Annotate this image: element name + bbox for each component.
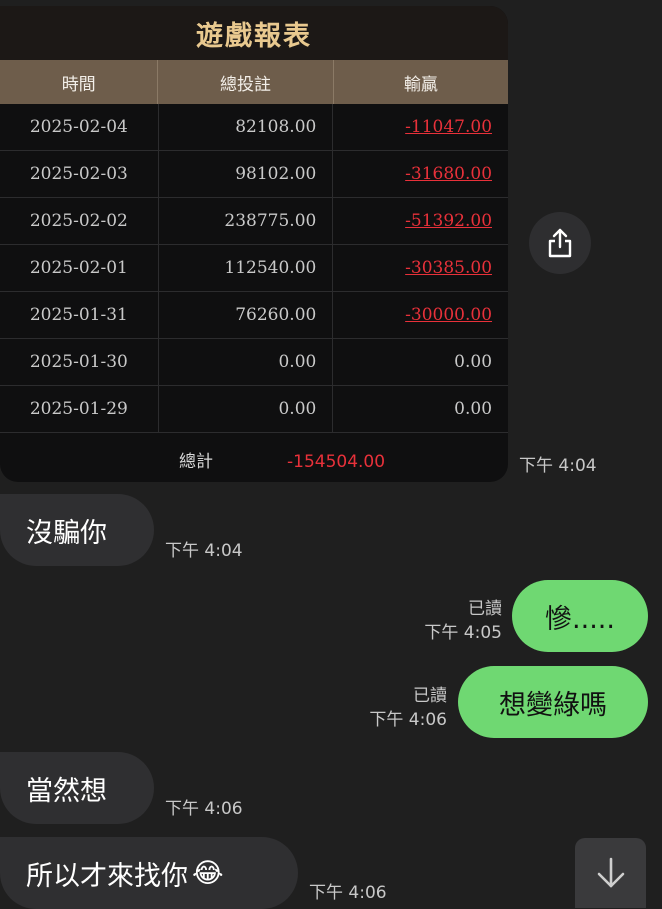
message-timestamp: 下午 4:06 xyxy=(165,799,243,819)
game-report-image[interactable]: 遊戲報表 時間 總投註 輸贏 2025-02-04 82108.00 -1104… xyxy=(0,6,508,482)
message-timestamp: 下午 4:04 xyxy=(165,541,243,561)
row-result: -31680.00 xyxy=(405,164,493,184)
share-icon xyxy=(548,228,572,258)
report-header: 遊戲報表 xyxy=(0,6,508,60)
report-timestamp: 下午 4:04 xyxy=(519,456,597,476)
row-result: -30000.00 xyxy=(405,305,493,325)
row-bet: 98102.00 xyxy=(159,151,334,197)
table-row: 2025-02-01 112540.00 -30385.00 xyxy=(0,245,508,292)
incoming-message-bubble[interactable]: 所以才來找你 😂 xyxy=(0,837,298,909)
row-bet: 0.00 xyxy=(159,386,334,432)
row-bet: 112540.00 xyxy=(159,245,334,291)
scroll-to-bottom-button[interactable] xyxy=(575,838,646,908)
row-result: 0.00 xyxy=(454,352,493,372)
row-date: 2025-01-30 xyxy=(0,339,159,385)
message-text: 所以才來找你 xyxy=(26,860,188,892)
table-row: 2025-01-30 0.00 0.00 xyxy=(0,339,508,386)
row-result: -11047.00 xyxy=(405,117,493,137)
arrow-down-icon xyxy=(597,857,624,888)
row-bet: 76260.00 xyxy=(159,292,334,338)
row-date: 2025-02-04 xyxy=(0,104,159,150)
column-header-result: 輸贏 xyxy=(403,74,438,95)
column-header-bet: 總投註 xyxy=(158,60,334,104)
table-row: 2025-01-29 0.00 0.00 xyxy=(0,386,508,433)
row-result: -51392.00 xyxy=(405,211,493,231)
message-text: 沒騙你 xyxy=(26,517,107,549)
row-date: 2025-02-03 xyxy=(0,151,159,197)
share-button[interactable] xyxy=(529,212,591,274)
row-bet: 238775.00 xyxy=(159,198,334,244)
row-result: 0.00 xyxy=(454,399,493,419)
total-value: -154504.00 xyxy=(287,452,386,472)
table-row: 2025-02-04 82108.00 -11047.00 xyxy=(0,104,508,151)
table-row: 2025-02-03 98102.00 -31680.00 xyxy=(0,151,508,198)
total-label: 總計 xyxy=(179,452,213,472)
row-result: -30385.00 xyxy=(405,258,493,278)
tears-of-joy-emoji: 😂 xyxy=(192,857,224,889)
message-text: 慘..... xyxy=(545,603,615,635)
read-receipt: 已讀 下午 4:06 xyxy=(369,684,447,732)
incoming-message-bubble[interactable]: 當然想 xyxy=(0,752,154,824)
row-date: 2025-02-01 xyxy=(0,245,159,291)
message-timestamp: 下午 4:06 xyxy=(309,883,387,903)
message-timestamp: 下午 4:06 xyxy=(369,710,447,730)
row-bet: 0.00 xyxy=(159,339,334,385)
table-row: 2025-01-31 76260.00 -30000.00 xyxy=(0,292,508,339)
row-date: 2025-02-02 xyxy=(0,198,159,244)
message-text: 當然想 xyxy=(26,775,107,807)
outgoing-message-bubble[interactable]: 慘..... xyxy=(512,580,648,652)
read-receipt: 已讀 下午 4:05 xyxy=(424,597,502,645)
report-title: 遊戲報表 xyxy=(196,20,312,52)
row-date: 2025-01-31 xyxy=(0,292,159,338)
read-status: 已讀 xyxy=(413,686,447,706)
message-text: 想變綠嗎 xyxy=(499,689,607,721)
row-date: 2025-01-29 xyxy=(0,386,159,432)
read-status: 已讀 xyxy=(468,599,502,619)
incoming-message-bubble[interactable]: 沒騙你 xyxy=(0,494,154,566)
column-header-time: 時間 xyxy=(0,60,159,104)
outgoing-message-bubble[interactable]: 想變綠嗎 xyxy=(458,666,648,738)
message-timestamp: 下午 4:05 xyxy=(424,623,502,643)
table-row: 2025-02-02 238775.00 -51392.00 xyxy=(0,198,508,245)
row-bet: 82108.00 xyxy=(159,104,334,150)
report-column-headers: 時間 總投註 輸贏 xyxy=(0,60,508,104)
